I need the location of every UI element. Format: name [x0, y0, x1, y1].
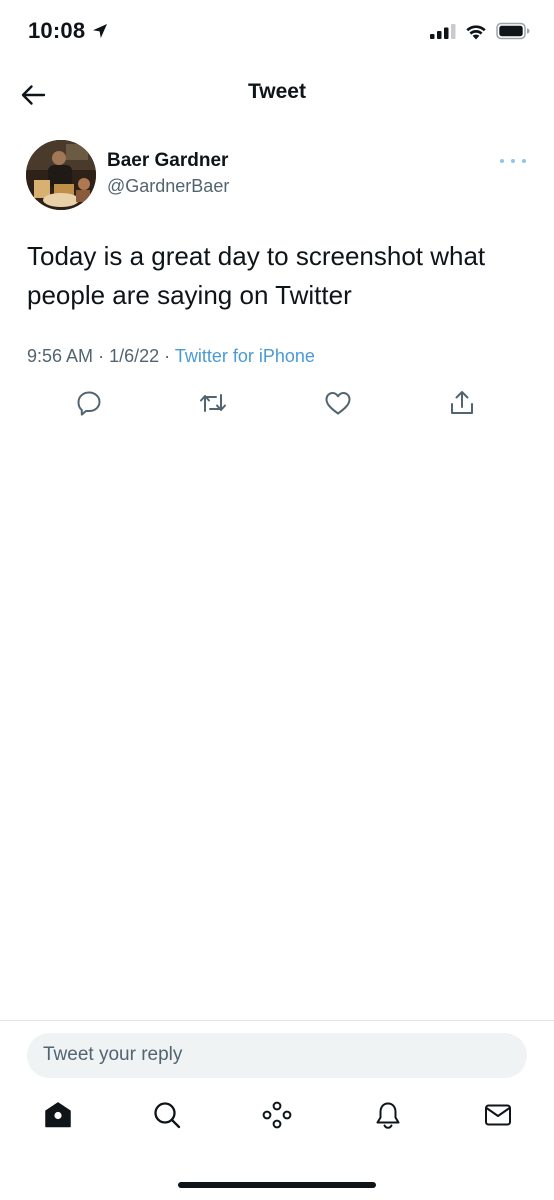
tweet-source-link[interactable]: Twitter for iPhone — [175, 346, 315, 366]
tab-search[interactable] — [150, 1098, 184, 1132]
retweet-icon — [200, 394, 226, 412]
cellular-signal-icon — [430, 24, 456, 39]
bottom-tab-bar — [0, 1098, 554, 1146]
more-options-button[interactable] — [500, 154, 526, 168]
author-name[interactable]: Baer Gardner — [107, 150, 229, 172]
reply-button[interactable] — [74, 388, 104, 418]
retweet-button[interactable] — [198, 388, 228, 418]
reply-icon — [77, 391, 101, 416]
spaces-icon — [262, 1101, 292, 1129]
wifi-icon — [466, 25, 486, 40]
bell-icon — [376, 1102, 400, 1129]
share-icon — [451, 391, 473, 414]
tab-messages[interactable] — [481, 1098, 515, 1132]
tab-spaces[interactable] — [260, 1098, 294, 1132]
author-block[interactable]: Baer Gardner @GardnerBaer — [107, 150, 229, 198]
more-dot — [522, 159, 526, 163]
status-time-group: 10:08 — [28, 18, 109, 44]
author-handle[interactable]: @GardnerBaer — [107, 174, 229, 198]
share-button[interactable] — [447, 388, 477, 418]
tab-notifications[interactable] — [371, 1098, 405, 1132]
home-indicator[interactable] — [178, 1182, 376, 1188]
location-arrow-icon — [93, 24, 108, 38]
tweet-actions — [0, 388, 554, 422]
tab-home[interactable] — [41, 1098, 75, 1132]
battery-icon — [496, 22, 530, 40]
status-time: 10:08 — [28, 18, 86, 43]
meta-separator: · — [98, 346, 105, 366]
meta-separator: · — [164, 346, 171, 366]
reply-divider — [0, 1020, 554, 1021]
home-icon — [45, 1102, 71, 1128]
top-navigation: Tweet — [0, 68, 554, 120]
mail-icon — [485, 1104, 511, 1126]
like-button[interactable] — [323, 388, 353, 418]
tweet-text: Today is a great day to screenshot what … — [27, 241, 486, 310]
status-icons — [430, 22, 530, 40]
avatar[interactable] — [26, 140, 96, 210]
tweet-date: 1/6/22 — [109, 346, 160, 366]
more-horizontal-icon — [500, 159, 504, 163]
tweet-time: 9:56 AM — [27, 346, 94, 366]
search-icon — [154, 1102, 181, 1129]
reply-input[interactable]: Tweet your reply — [27, 1033, 527, 1078]
status-bar: 10:08 — [0, 0, 554, 68]
tweet-metadata: 9:56 AM · 1/6/22 · Twitter for iPhone — [27, 346, 315, 367]
more-dot — [511, 159, 515, 163]
page-title: Tweet — [248, 80, 306, 103]
avatar-photo — [26, 140, 96, 210]
heart-icon — [325, 392, 351, 415]
